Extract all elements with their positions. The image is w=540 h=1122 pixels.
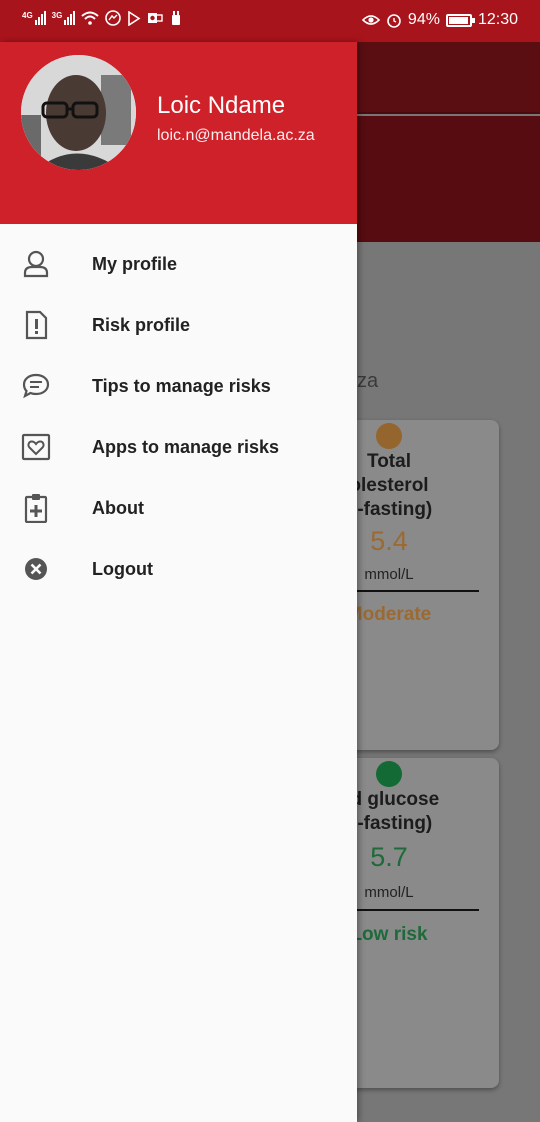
close-circle-icon	[25, 558, 47, 580]
menu-item-label: Apps to manage risks	[92, 437, 280, 457]
user-name: Loic Ndame	[157, 92, 286, 119]
menu-item-logout[interactable]: Logout	[0, 539, 357, 600]
network-type-label: 4G	[22, 11, 33, 20]
battery-icon	[445, 13, 475, 27]
user-email: loic.n@mandela.ac.za	[157, 127, 315, 144]
risk-indicator-dot	[376, 423, 402, 449]
drawer-menu: My profile Risk profile Tips to manage r…	[0, 234, 357, 600]
clipboard-plus-icon	[24, 494, 48, 523]
drawer-header: Loic Ndame loic.n@mandela.ac.za	[0, 42, 357, 224]
status-right: 94% 12:30	[361, 11, 518, 29]
heart-box-icon	[21, 433, 51, 461]
menu-item-label: Logout	[92, 559, 153, 579]
usb-icon	[172, 11, 181, 25]
menu-item-label: Risk profile	[92, 315, 191, 335]
document-alert-icon	[25, 310, 48, 340]
clock: 12:30	[477, 11, 518, 28]
wifi-icon	[81, 11, 100, 25]
navigation-drawer: Loic Ndame loic.n@mandela.ac.za My profi…	[0, 42, 357, 1122]
menu-item-apps[interactable]: Apps to manage risks	[0, 417, 357, 478]
play-store-icon	[128, 10, 141, 26]
status-left: 4G 3G	[22, 10, 183, 26]
menu-item-risk-profile[interactable]: Risk profile	[0, 295, 357, 356]
background-email-fragment: za	[357, 370, 379, 392]
cell-signal-icon: 4G	[22, 11, 46, 25]
menu-item-my-profile[interactable]: My profile	[0, 234, 357, 295]
eye-comfort-icon	[361, 15, 380, 25]
menu-item-tips[interactable]: Tips to manage risks	[0, 356, 357, 417]
menu-item-about[interactable]: About	[0, 478, 357, 539]
alarm-icon	[387, 14, 401, 28]
menu-item-label: My profile	[92, 254, 178, 274]
status-bar: 4G 3G 94% 12:30	[0, 0, 540, 42]
network-type-label: 3G	[51, 11, 63, 20]
profile-photo-icon	[21, 55, 136, 170]
outlook-icon	[148, 13, 164, 23]
battery-percent: 94%	[407, 11, 440, 28]
messenger-icon	[105, 10, 122, 26]
cell-signal-icon: 3G	[52, 11, 76, 25]
chat-bubble-icon	[22, 373, 50, 399]
person-icon	[23, 250, 49, 278]
menu-item-label: About	[92, 498, 144, 518]
menu-item-label: Tips to manage risks	[92, 376, 271, 396]
avatar[interactable]	[21, 55, 136, 170]
risk-indicator-dot	[376, 761, 402, 787]
